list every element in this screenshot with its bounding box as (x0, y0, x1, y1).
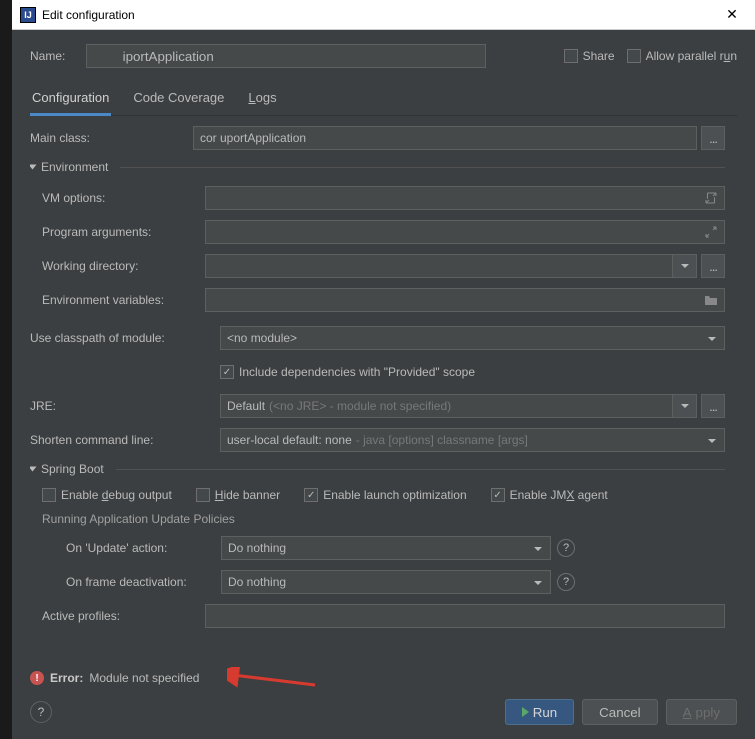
app-icon: IJ (20, 7, 36, 23)
shorten-label: Shorten command line: (30, 433, 220, 447)
share-checkbox[interactable]: Share (564, 49, 615, 63)
cancel-button[interactable]: Cancel (582, 699, 658, 725)
shorten-select[interactable]: user-local default: none - java [options… (220, 428, 725, 452)
program-arguments-input[interactable] (205, 220, 725, 244)
configuration-form: Main class: cor uportApplication ... Env… (30, 126, 737, 663)
on-frame-select[interactable]: Do nothing (221, 570, 551, 594)
on-frame-label: On frame deactivation: (66, 575, 221, 589)
parallel-label: Allow parallel run (646, 49, 737, 63)
tab-code-coverage[interactable]: Code Coverage (131, 84, 226, 115)
help-icon[interactable]: ? (557, 573, 575, 591)
working-directory-label: Working directory: (42, 259, 205, 273)
jre-label: JRE: (30, 399, 220, 413)
top-checkbox-group: Share Allow parallel run (564, 49, 737, 63)
vm-options-input[interactable] (205, 186, 725, 210)
jmx-agent-checkbox[interactable]: ✓Enable JMX agent (491, 488, 608, 502)
environment-section: VM options: Program arguments: Working d… (30, 186, 725, 312)
error-bar: ! Error: Module not specified (12, 663, 755, 693)
main-class-label: Main class: (30, 131, 193, 145)
error-prefix: Error: (50, 671, 83, 685)
env-variables-input[interactable] (205, 288, 725, 312)
spring-boot-section: Enable debug output Hide banner ✓Enable … (30, 488, 725, 628)
main-class-row: Main class: cor uportApplication ... (30, 126, 725, 150)
share-label: Share (583, 49, 615, 63)
working-directory-dropdown[interactable] (673, 254, 697, 278)
on-update-label: On 'Update' action: (66, 541, 221, 555)
active-profiles-input[interactable] (205, 604, 725, 628)
checkbox-icon (564, 49, 578, 63)
main-class-input[interactable]: cor uportApplication (193, 126, 697, 150)
dialog-title: Edit configuration (42, 8, 717, 22)
name-label: Name: (30, 49, 78, 63)
launch-optimization-checkbox[interactable]: ✓Enable launch optimization (304, 488, 466, 502)
error-icon: ! (30, 671, 44, 685)
tabs: Configuration Code Coverage Logs (30, 84, 737, 116)
dialog-content: Name: Share Allow parallel run Configura… (12, 30, 755, 663)
working-directory-browse-button[interactable]: ... (701, 254, 725, 278)
run-button[interactable]: Run (505, 699, 574, 725)
tab-configuration[interactable]: Configuration (30, 84, 111, 116)
classpath-select[interactable]: <no module> (220, 326, 725, 350)
edit-configuration-dialog: IJ Edit configuration ✕ Name: Share Allo… (12, 0, 755, 739)
help-button[interactable]: ? (30, 701, 52, 723)
folder-icon[interactable] (704, 293, 718, 307)
program-arguments-label: Program arguments: (42, 225, 205, 239)
env-variables-label: Environment variables: (42, 293, 205, 307)
tab-logs[interactable]: Logs (246, 84, 278, 115)
checkbox-icon: ✓ (220, 365, 234, 379)
enable-debug-checkbox[interactable]: Enable debug output (42, 488, 172, 502)
jre-browse-button[interactable]: ... (701, 394, 725, 418)
include-provided-checkbox[interactable]: ✓ Include dependencies with "Provided" s… (220, 365, 475, 379)
close-icon[interactable]: ✕ (717, 6, 747, 23)
update-policies-label: Running Application Update Policies (42, 512, 725, 526)
checkbox-icon (627, 49, 641, 63)
expand-icon[interactable] (704, 191, 718, 205)
apply-button[interactable]: Apply (666, 699, 737, 725)
annotation-arrow (227, 667, 317, 691)
error-message: Module not specified (89, 671, 199, 685)
on-update-select[interactable]: Do nothing (221, 536, 551, 560)
titlebar: IJ Edit configuration ✕ (12, 0, 755, 30)
jre-input[interactable]: Default (<no JRE> - module not specified… (220, 394, 673, 418)
spring-boot-section-header[interactable]: Spring Boot (30, 462, 725, 476)
working-directory-input[interactable] (205, 254, 673, 278)
vm-options-label: VM options: (42, 191, 205, 205)
dialog-footer: ? Run Cancel Apply (12, 693, 755, 739)
jre-dropdown[interactable] (673, 394, 697, 418)
help-icon[interactable]: ? (557, 539, 575, 557)
hide-banner-checkbox[interactable]: Hide banner (196, 488, 280, 502)
environment-section-header[interactable]: Environment (30, 160, 725, 174)
name-input[interactable] (86, 44, 486, 68)
main-class-browse-button[interactable]: ... (701, 126, 725, 150)
active-profiles-label: Active profiles: (42, 609, 205, 623)
name-row: Name: Share Allow parallel run (30, 44, 737, 68)
expand-icon[interactable] (704, 225, 718, 239)
allow-parallel-checkbox[interactable]: Allow parallel run (627, 49, 737, 63)
classpath-label: Use classpath of module: (30, 331, 220, 345)
